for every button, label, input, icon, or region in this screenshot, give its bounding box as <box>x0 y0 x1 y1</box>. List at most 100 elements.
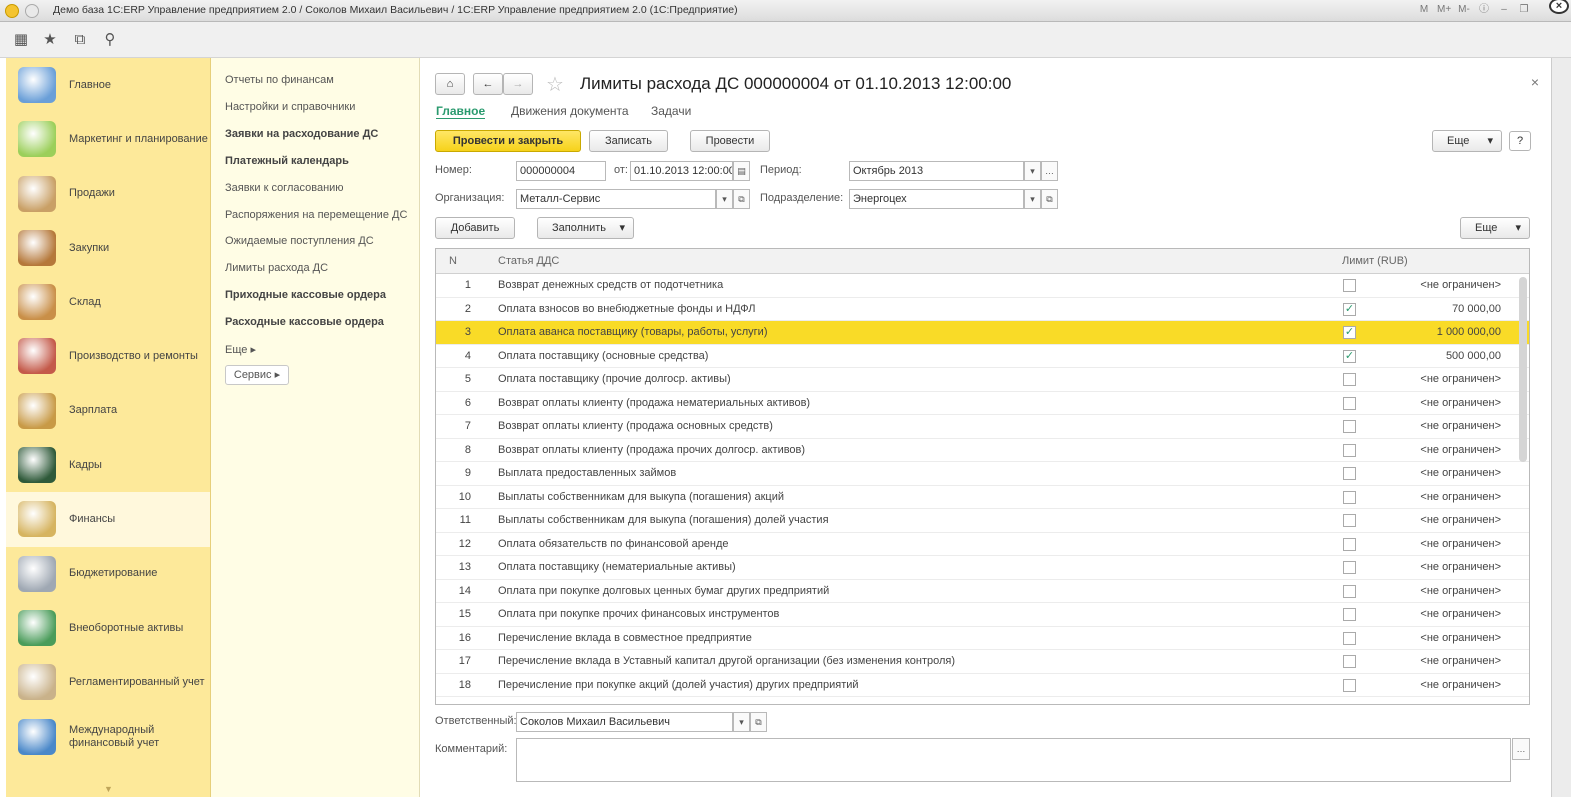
section-item[interactable]: Кадры <box>6 438 210 492</box>
post-button[interactable]: Провести <box>690 130 770 152</box>
back-button[interactable]: ← <box>473 73 503 95</box>
limit-cell[interactable]: <не ограничен> <box>1420 279 1501 291</box>
memory-minus-button[interactable]: M- <box>1457 3 1471 17</box>
cashflow-item-cell[interactable]: Оплата при покупке долговых ценных бумаг… <box>498 585 829 597</box>
restore-icon[interactable]: ❐ <box>1517 3 1531 17</box>
section-item[interactable]: Международный финансовый учет <box>6 710 210 764</box>
post-and-close-button[interactable]: Провести и закрыть <box>435 130 581 152</box>
limit-checkbox[interactable] <box>1343 443 1356 457</box>
limit-checkbox[interactable]: ✓ <box>1343 302 1356 316</box>
limit-cell[interactable]: <не ограничен> <box>1420 608 1501 620</box>
limit-checkbox[interactable] <box>1343 537 1356 551</box>
favorites-star-icon[interactable]: ★ <box>41 31 59 49</box>
submenu-item[interactable]: Настройки и справочники <box>225 101 355 113</box>
limit-checkbox[interactable] <box>1343 490 1356 504</box>
add-row-button[interactable]: Добавить <box>435 217 515 239</box>
department-dropdown-icon[interactable]: ▾ <box>1024 189 1041 209</box>
limit-checkbox[interactable] <box>1343 420 1356 433</box>
section-item[interactable]: Главное <box>6 58 210 112</box>
cashflow-item-cell[interactable]: Возврат оплаты клиенту (продажа основных… <box>498 420 773 432</box>
limit-checkbox[interactable]: ✓ <box>1343 326 1356 339</box>
limit-checkbox[interactable]: ✓ <box>1343 349 1356 363</box>
table-row[interactable]: 10 Выплаты собственникам для выкупа (пога… <box>436 486 1529 509</box>
table-row[interactable]: 14 Оплата при покупке долговых ценных бум… <box>436 580 1529 603</box>
table-row[interactable]: 4 Оплата поставщику (основные средства) ✓ 5… <box>436 345 1529 368</box>
table-row[interactable]: 6 Возврат оплаты клиенту (продажа нематер… <box>436 392 1529 415</box>
section-item[interactable]: Бюджетирование <box>6 547 210 601</box>
more-actions-button[interactable]: Еще ▾ <box>1432 130 1502 152</box>
submenu-item[interactable]: Отчеты по финансам <box>225 74 334 86</box>
submenu-item[interactable]: Еще ▸ <box>225 343 256 356</box>
submenu-item[interactable]: Платежный календарь <box>225 155 349 167</box>
close-form-icon[interactable]: × <box>1531 74 1539 90</box>
period-dropdown-icon[interactable]: ▾ <box>1024 161 1041 181</box>
limit-cell[interactable]: <не ограничен> <box>1420 373 1501 385</box>
cashflow-item-cell[interactable]: Оплата аванса поставщику (товары, работы… <box>498 326 768 338</box>
department-open-icon[interactable]: ⧉ <box>1041 189 1058 209</box>
window-close-icon[interactable]: × <box>1549 0 1569 14</box>
favorite-star-icon[interactable]: ☆ <box>546 72 564 97</box>
limit-cell[interactable]: <не ограничен> <box>1420 561 1501 573</box>
limit-cell[interactable]: 1 000 000,00 <box>1437 326 1501 338</box>
cashflow-item-cell[interactable]: Перечисление вклада в Уставный капитал д… <box>498 655 955 667</box>
cashflow-item-cell[interactable]: Оплата поставщику (нематериальные активы… <box>498 561 736 573</box>
comment-edit-icon[interactable]: … <box>1512 738 1530 760</box>
organization-open-icon[interactable]: ⧉ <box>733 189 750 209</box>
limit-cell[interactable]: <не ограничен> <box>1420 679 1501 691</box>
table-row[interactable]: 15 Оплата при покупке прочих финансовых и… <box>436 603 1529 627</box>
table-row[interactable]: 7 Возврат оплаты клиенту (продажа основны… <box>436 415 1529 439</box>
column-header-limit[interactable]: Лимит (RUB) <box>1342 255 1408 267</box>
limit-checkbox[interactable] <box>1343 396 1356 410</box>
table-row[interactable]: 9 Выплата предоставленных займов <не огран… <box>436 462 1529 486</box>
limit-checkbox[interactable] <box>1343 678 1356 692</box>
limit-checkbox[interactable] <box>1343 631 1356 645</box>
limit-cell[interactable]: <не ограничен> <box>1420 397 1501 409</box>
number-field[interactable]: 000000004 <box>516 161 606 181</box>
section-item[interactable]: Закупки <box>6 221 210 275</box>
cashflow-item-cell[interactable]: Перечисление вклада в совместное предпри… <box>498 632 752 644</box>
cashflow-item-cell[interactable]: Оплата при покупке прочих финансовых инс… <box>498 608 779 620</box>
organization-dropdown-icon[interactable]: ▾ <box>716 189 733 209</box>
table-row[interactable]: 17 Перечисление вклада в Уставный капитал… <box>436 650 1529 674</box>
department-field[interactable]: Энергоцех <box>849 189 1024 209</box>
table-row[interactable]: 13 Оплата поставщику (нематериальные акти… <box>436 556 1529 580</box>
limit-checkbox[interactable] <box>1343 655 1356 668</box>
cashflow-item-cell[interactable]: Выплаты собственникам для выкупа (погаше… <box>498 514 829 526</box>
limit-cell[interactable]: <не ограничен> <box>1420 491 1501 503</box>
limit-cell[interactable]: 70 000,00 <box>1452 303 1501 315</box>
fill-button[interactable]: Заполнить ▾ <box>537 217 634 239</box>
section-item[interactable]: Финансы <box>6 492 210 547</box>
period-select-icon[interactable]: … <box>1041 161 1058 181</box>
limit-checkbox[interactable] <box>1343 561 1356 574</box>
table-row[interactable]: 3 Оплата аванса поставщику (товары, работ… <box>436 321 1529 345</box>
submenu-item[interactable]: Ожидаемые поступления ДС <box>225 235 374 247</box>
cashflow-item-cell[interactable]: Возврат денежных средств от подотчетника <box>498 279 723 291</box>
cashflow-item-cell[interactable]: Возврат оплаты клиенту (продажа нематери… <box>498 397 810 409</box>
section-item[interactable]: Производство и ремонты <box>6 329 210 383</box>
table-row[interactable]: 2 Оплата взносов во внебюджетные фонды и … <box>436 298 1529 321</box>
limit-cell[interactable]: <не ограничен> <box>1420 420 1501 432</box>
help-button[interactable]: ? <box>1509 131 1531 151</box>
limit-cell[interactable]: <не ограничен> <box>1420 467 1501 479</box>
limit-checkbox[interactable] <box>1343 584 1356 598</box>
sections-scroll-down-icon[interactable]: ▼ <box>104 784 113 794</box>
history-icon[interactable]: ⧉ <box>71 31 89 49</box>
limit-cell[interactable]: <не ограничен> <box>1420 632 1501 644</box>
table-row[interactable]: 16 Перечисление вклада в совместное предп… <box>436 627 1529 650</box>
responsible-open-icon[interactable]: ⧉ <box>750 712 767 732</box>
responsible-field[interactable]: Соколов Михаил Васильевич <box>516 712 733 732</box>
limit-cell[interactable]: <не ограничен> <box>1420 444 1501 456</box>
memory-plus-button[interactable]: M+ <box>1437 3 1451 17</box>
section-item[interactable]: Продажи <box>6 167 210 221</box>
submenu-item[interactable]: Расходные кассовые ордера <box>225 316 384 328</box>
cashflow-item-cell[interactable]: Выплата предоставленных займов <box>498 467 676 479</box>
comment-field[interactable] <box>516 738 1511 782</box>
tab-tasks[interactable]: Задачи <box>651 104 691 118</box>
limit-cell[interactable]: <не ограничен> <box>1420 538 1501 550</box>
organization-field[interactable]: Металл-Сервис <box>516 189 716 209</box>
tab-document-movements[interactable]: Движения документа <box>511 104 629 118</box>
section-item[interactable]: Маркетинг и планирование <box>6 112 210 166</box>
section-item[interactable]: Регламентированный учет <box>6 655 210 709</box>
tab-main[interactable]: Главное <box>436 104 486 119</box>
limit-checkbox[interactable] <box>1343 514 1356 527</box>
